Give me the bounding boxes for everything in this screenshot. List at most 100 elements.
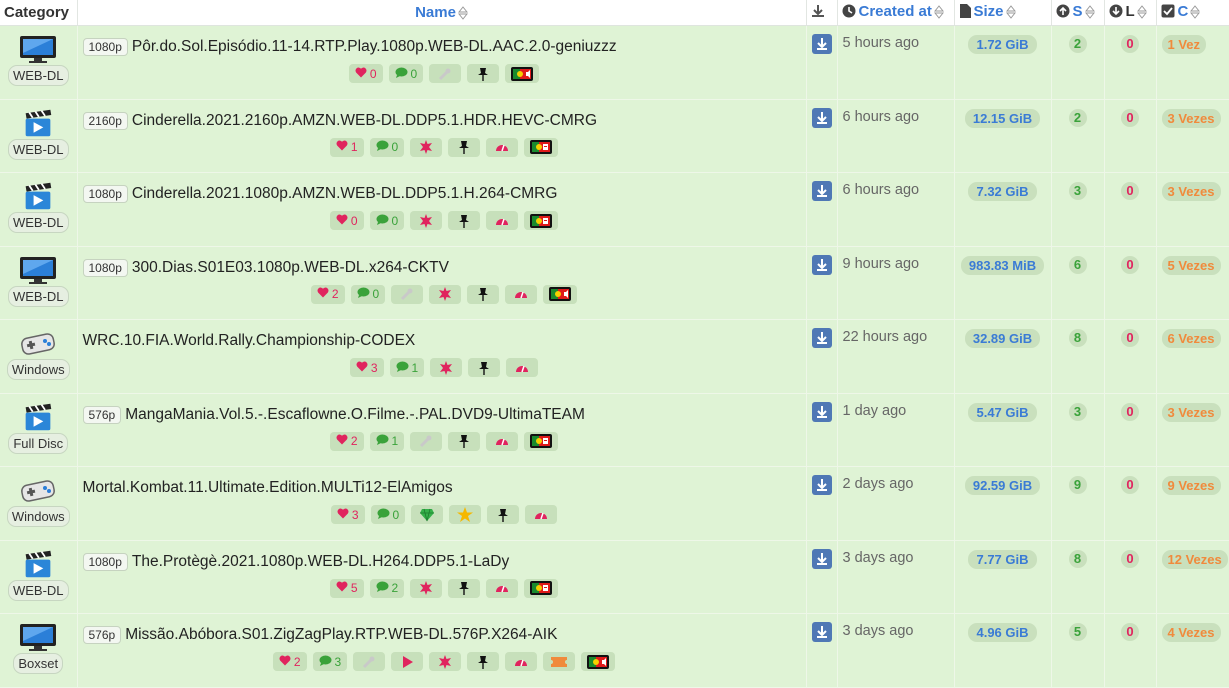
- comments-badge[interactable]: 1: [369, 431, 405, 451]
- pin-icon[interactable]: [448, 578, 481, 598]
- speedometer-icon[interactable]: [486, 431, 519, 451]
- leechers-sort-link[interactable]: L: [1126, 3, 1135, 20]
- ticket-icon[interactable]: [543, 652, 576, 671]
- pin-icon[interactable]: [448, 431, 481, 451]
- comments-badge[interactable]: 0: [350, 284, 386, 304]
- column-header-completed[interactable]: C: [1156, 0, 1229, 26]
- comments-badge[interactable]: 0: [370, 505, 406, 524]
- name-sort-link[interactable]: Name: [415, 4, 456, 21]
- gamepad-icon[interactable]: [0, 475, 76, 505]
- category-label[interactable]: WEB-DL: [7, 285, 69, 307]
- tv-icon[interactable]: [0, 34, 76, 64]
- category-label[interactable]: Windows: [6, 506, 70, 527]
- comments-badge[interactable]: 0: [369, 137, 405, 157]
- download-button[interactable]: [811, 254, 832, 275]
- comments-badge[interactable]: 0: [388, 64, 424, 83]
- wrench-icon[interactable]: [410, 431, 443, 451]
- likes-badge[interactable]: 2: [329, 431, 364, 451]
- leechers-count[interactable]: 0: [1121, 476, 1139, 494]
- category-label[interactable]: WEB-DL: [7, 65, 69, 86]
- leechers-count[interactable]: 0: [1121, 549, 1139, 568]
- seeders-count[interactable]: 2: [1068, 35, 1087, 53]
- completed-count[interactable]: 3 Vezes: [1161, 108, 1221, 128]
- category-cell[interactable]: WEB-DL: [0, 25, 78, 100]
- leechers-count[interactable]: 0: [1121, 108, 1139, 127]
- download-button[interactable]: [811, 548, 832, 569]
- wrench-icon[interactable]: [353, 652, 386, 671]
- comments-badge[interactable]: 3: [312, 652, 348, 671]
- portugal-audio-flag-icon[interactable]: [543, 284, 578, 304]
- speedometer-icon[interactable]: [486, 211, 519, 230]
- download-button[interactable]: [811, 401, 832, 422]
- play-icon[interactable]: [391, 652, 424, 671]
- category-cell[interactable]: Windows: [0, 466, 78, 541]
- freeleech-burst-icon[interactable]: [410, 137, 443, 157]
- freeleech-burst-icon[interactable]: [429, 652, 462, 671]
- category-label[interactable]: WEB-DL: [7, 212, 69, 233]
- likes-badge[interactable]: 3: [349, 358, 384, 377]
- torrent-name-link[interactable]: 300.Dias.S01E03.1080p.WEB-DL.x264-CKTV: [132, 259, 449, 277]
- download-button[interactable]: [811, 181, 832, 201]
- category-cell[interactable]: WEB-DL: [0, 99, 78, 173]
- wrench-icon[interactable]: [391, 284, 424, 304]
- torrent-name-link[interactable]: Mortal.Kombat.11.Ultimate.Edition.MULTi1…: [83, 479, 453, 497]
- column-header-leechers[interactable]: L: [1104, 0, 1157, 26]
- comments-badge[interactable]: 0: [369, 211, 405, 230]
- clapperboard-icon[interactable]: [0, 181, 76, 211]
- speedometer-icon[interactable]: [525, 505, 558, 524]
- size-sort-link[interactable]: Size: [974, 3, 1004, 20]
- speedometer-icon[interactable]: [505, 284, 538, 304]
- portugal-subtitle-flag-icon[interactable]: [524, 137, 559, 157]
- completed-count[interactable]: 4 Vezes: [1161, 623, 1221, 642]
- column-header-seeders[interactable]: S: [1051, 0, 1105, 26]
- category-cell[interactable]: Full Disc: [0, 393, 78, 467]
- freeleech-burst-icon[interactable]: [430, 358, 463, 377]
- likes-badge[interactable]: 5: [329, 578, 364, 598]
- leechers-count[interactable]: 0: [1121, 402, 1139, 421]
- freeleech-burst-icon[interactable]: [410, 211, 443, 230]
- tv-icon[interactable]: [0, 622, 76, 652]
- download-button[interactable]: [811, 328, 832, 348]
- download-button[interactable]: [811, 622, 832, 642]
- freeleech-burst-icon[interactable]: [429, 284, 462, 304]
- seeders-count[interactable]: 2: [1068, 108, 1087, 127]
- leechers-count[interactable]: 0: [1121, 255, 1139, 274]
- torrent-name-link[interactable]: MangaMania.Vol.5.-.Escaflowne.O.Filme.-.…: [125, 406, 585, 424]
- completed-count[interactable]: 12 Vezes: [1161, 549, 1228, 569]
- torrent-name-link[interactable]: Pôr.do.Sol.Episódio.11-14.RTP.Play.1080p…: [132, 38, 617, 56]
- category-cell[interactable]: Boxset: [0, 613, 78, 688]
- star-icon[interactable]: [449, 505, 482, 524]
- category-label[interactable]: WEB-DL: [7, 579, 69, 601]
- seeders-count[interactable]: 3: [1068, 402, 1087, 421]
- portugal-subtitle-flag-icon[interactable]: [524, 578, 559, 598]
- likes-badge[interactable]: 2: [310, 284, 345, 304]
- category-label[interactable]: Windows: [6, 359, 70, 380]
- speedometer-icon[interactable]: [486, 137, 519, 157]
- likes-badge[interactable]: 3: [330, 505, 365, 524]
- category-label[interactable]: WEB-DL: [7, 138, 69, 160]
- pin-icon[interactable]: [467, 64, 500, 83]
- completed-sort-link[interactable]: C: [1178, 3, 1189, 20]
- pin-icon[interactable]: [448, 137, 481, 157]
- speedometer-icon[interactable]: [486, 578, 519, 598]
- column-header-size[interactable]: Size: [954, 0, 1052, 26]
- download-button[interactable]: [811, 107, 832, 128]
- pin-icon[interactable]: [467, 284, 500, 304]
- category-cell[interactable]: Windows: [0, 319, 78, 394]
- seeders-count[interactable]: 3: [1068, 182, 1087, 200]
- torrent-name-link[interactable]: WRC.10.FIA.World.Rally.Championship-CODE…: [83, 332, 416, 350]
- pin-icon[interactable]: [468, 358, 501, 377]
- category-label[interactable]: Full Disc: [8, 432, 69, 454]
- leechers-count[interactable]: 0: [1121, 182, 1139, 200]
- likes-badge[interactable]: 0: [329, 211, 364, 230]
- likes-badge[interactable]: 2: [272, 652, 307, 671]
- column-header-created[interactable]: Created at: [837, 0, 955, 26]
- portugal-audio-flag-icon[interactable]: [581, 652, 616, 671]
- seeders-count[interactable]: 5: [1068, 623, 1087, 641]
- gamepad-icon[interactable]: [0, 328, 76, 358]
- pin-icon[interactable]: [467, 652, 500, 671]
- completed-count[interactable]: 3 Vezes: [1161, 182, 1221, 201]
- completed-count[interactable]: 6 Vezes: [1161, 329, 1221, 348]
- seeders-count[interactable]: 6: [1068, 255, 1087, 274]
- completed-count[interactable]: 3 Vezes: [1161, 402, 1221, 422]
